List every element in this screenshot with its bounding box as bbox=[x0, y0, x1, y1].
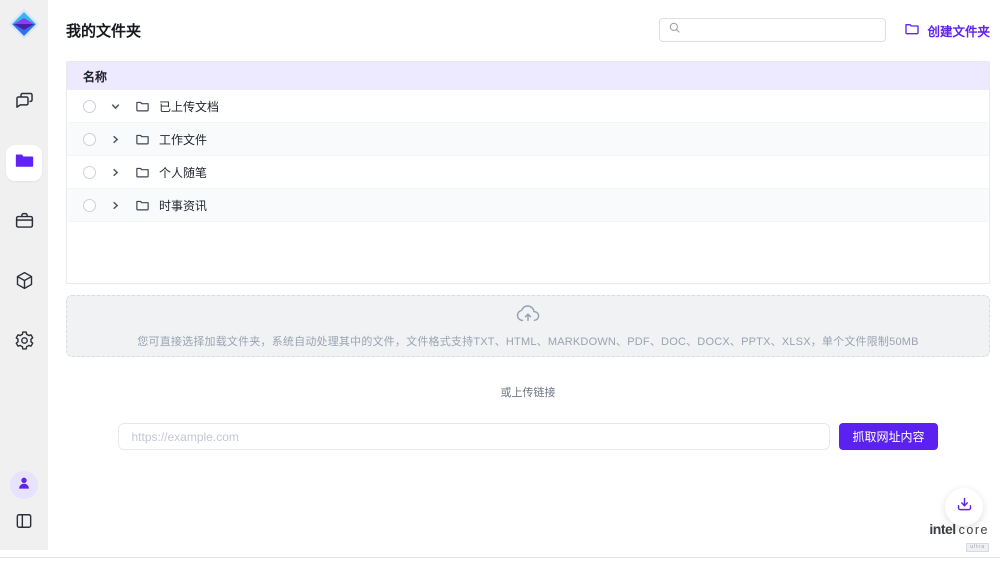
folder-name: 工作文件 bbox=[159, 131, 207, 148]
cloud-upload-icon bbox=[515, 303, 541, 330]
url-upload-row: 抓取网址内容 bbox=[66, 423, 990, 450]
chevron-down-icon[interactable] bbox=[109, 100, 122, 113]
cube-icon bbox=[14, 270, 35, 296]
row-checkbox[interactable] bbox=[83, 133, 96, 146]
gear-icon bbox=[14, 330, 35, 356]
sidebar-nav bbox=[6, 85, 42, 361]
row-checkbox[interactable] bbox=[83, 100, 96, 113]
chat-icon bbox=[14, 90, 35, 116]
sidebar-item-settings[interactable] bbox=[6, 325, 42, 361]
left-sidebar bbox=[0, 0, 48, 550]
folder-name: 时事资讯 bbox=[159, 197, 207, 214]
topbar: 我的文件夹 创建文件夹 bbox=[66, 15, 990, 45]
folder-icon bbox=[135, 165, 150, 180]
sidebar-item-models[interactable] bbox=[6, 265, 42, 301]
folder-name: 个人随笔 bbox=[159, 164, 207, 181]
sidebar-item-workspace[interactable] bbox=[6, 205, 42, 241]
briefcase-icon bbox=[14, 210, 35, 236]
table-row-uploaded-docs[interactable]: 已上传文档 bbox=[67, 90, 989, 123]
table-row-news[interactable]: 时事资讯 bbox=[67, 189, 989, 222]
app-logo bbox=[7, 7, 41, 41]
row-checkbox[interactable] bbox=[83, 199, 96, 212]
app-window: 我的文件夹 创建文件夹 名称 bbox=[0, 0, 1000, 563]
search-input[interactable] bbox=[681, 23, 885, 37]
chevron-right-icon[interactable] bbox=[109, 199, 122, 212]
window-bottom-edge bbox=[0, 557, 1000, 563]
fetch-url-button[interactable]: 抓取网址内容 bbox=[839, 423, 937, 450]
intel-core-logo: intel core ultra bbox=[929, 522, 989, 553]
row-checkbox[interactable] bbox=[83, 166, 96, 179]
folder-table: 名称 已上传文档 bbox=[66, 61, 990, 284]
sidebar-item-folders[interactable] bbox=[6, 145, 42, 181]
url-input[interactable] bbox=[118, 423, 830, 450]
sidebar-bottom bbox=[10, 471, 38, 536]
panel-layout-icon bbox=[14, 518, 34, 535]
core-word: core bbox=[959, 524, 989, 537]
folder-plus-icon bbox=[904, 21, 920, 40]
upload-hint-text: 您可直接选择加载文件夹，系统自动处理其中的文件，文件格式支持TXT、HTML、M… bbox=[137, 333, 918, 349]
folder-name: 已上传文档 bbox=[159, 98, 219, 115]
folder-icon bbox=[14, 150, 35, 176]
page-title: 我的文件夹 bbox=[66, 20, 659, 41]
ultra-badge: ultra bbox=[966, 543, 989, 552]
intel-word: intel bbox=[929, 522, 955, 536]
search-box[interactable] bbox=[659, 18, 886, 42]
search-icon bbox=[668, 21, 681, 39]
table-header-name: 名称 bbox=[67, 62, 989, 90]
or-upload-link-label: 或上传链接 bbox=[66, 384, 990, 400]
table-row-personal-notes[interactable]: 个人随笔 bbox=[67, 156, 989, 189]
table-row-work-files[interactable]: 工作文件 bbox=[67, 123, 989, 156]
main-content: 我的文件夹 创建文件夹 名称 bbox=[48, 0, 1000, 557]
folder-icon bbox=[135, 198, 150, 213]
sidebar-item-chat[interactable] bbox=[6, 85, 42, 121]
chevron-right-icon[interactable] bbox=[109, 133, 122, 146]
upload-dropzone[interactable]: 您可直接选择加载文件夹，系统自动处理其中的文件，文件格式支持TXT、HTML、M… bbox=[66, 295, 990, 357]
collapse-sidebar-button[interactable] bbox=[14, 511, 34, 536]
chevron-right-icon[interactable] bbox=[109, 166, 122, 179]
user-icon bbox=[16, 475, 32, 496]
folder-icon bbox=[135, 99, 150, 114]
download-icon bbox=[955, 495, 974, 519]
create-folder-label: 创建文件夹 bbox=[927, 21, 990, 40]
folder-icon bbox=[135, 132, 150, 147]
user-avatar[interactable] bbox=[10, 471, 38, 499]
create-folder-button[interactable]: 创建文件夹 bbox=[904, 21, 990, 40]
